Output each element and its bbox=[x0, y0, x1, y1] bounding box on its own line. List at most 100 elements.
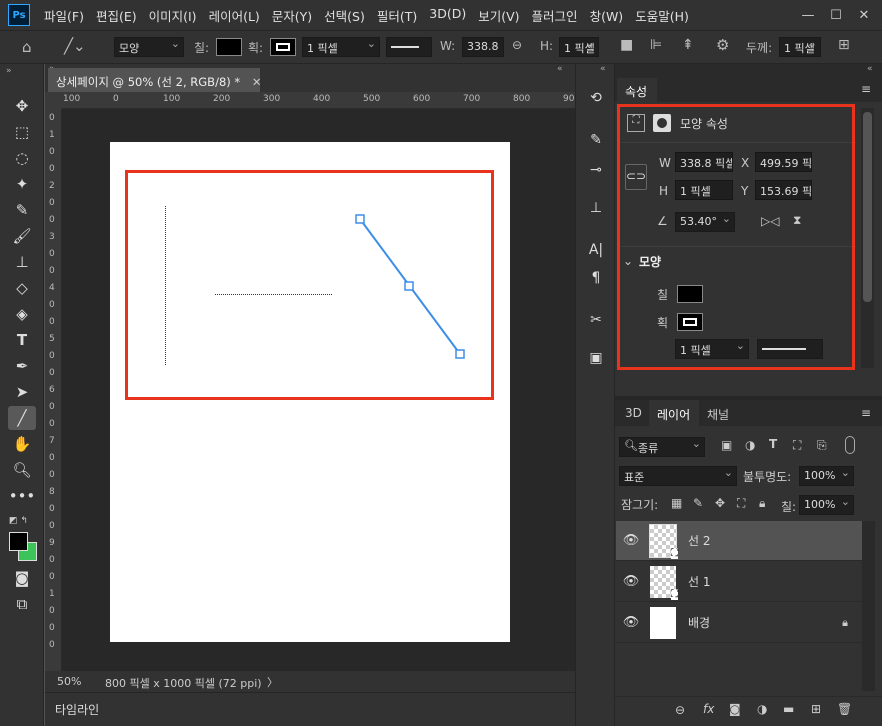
document-tab[interactable]: 상세페이지 @ 50% (선 2, RGB/8) * ✕ bbox=[48, 68, 262, 94]
marquee-tool-icon[interactable]: ⬚ bbox=[8, 120, 36, 144]
lock-transparency-icon[interactable]: ▦ bbox=[671, 496, 682, 510]
tab-channels[interactable]: 채널 bbox=[707, 406, 729, 423]
line-tool-preset-icon[interactable]: ╱⌄ bbox=[64, 37, 86, 55]
new-layer-icon[interactable]: ⊞ bbox=[811, 702, 821, 716]
lock-all-icon[interactable]: 🔒︎ bbox=[759, 496, 765, 511]
maximize-button[interactable]: ☐ bbox=[822, 4, 850, 26]
path-alignment-icon[interactable]: ⊫ bbox=[650, 37, 662, 53]
zoom-tool-icon[interactable]: 🔍︎ bbox=[8, 458, 36, 482]
visibility-eye-icon[interactable]: 👁︎ bbox=[616, 574, 646, 589]
stroke-width-field[interactable]: 1 픽셀 bbox=[302, 37, 380, 57]
path-operations-icon[interactable]: ■ bbox=[620, 37, 633, 53]
menu-item[interactable]: 문자(Y) bbox=[266, 6, 318, 25]
tool-mode-dropdown[interactable]: 모양 bbox=[114, 37, 184, 57]
timeline-tab[interactable]: 타임라인 bbox=[55, 701, 99, 718]
layers-menu-icon[interactable]: ≡ bbox=[861, 406, 871, 420]
type-tool-icon[interactable]: T bbox=[8, 328, 36, 352]
collapse-right-icon[interactable]: « bbox=[557, 64, 563, 74]
menu-item[interactable]: 도움말(H) bbox=[629, 6, 695, 25]
tab-layers[interactable]: 레이어 bbox=[657, 406, 690, 423]
fill-swatch[interactable] bbox=[216, 38, 242, 56]
paragraph-icon[interactable]: ¶ bbox=[584, 266, 608, 290]
collapse-tools-icon[interactable]: » bbox=[6, 66, 12, 76]
more-tools-icon[interactable]: ••• bbox=[8, 484, 36, 508]
line-tool-icon[interactable]: ╱ bbox=[8, 406, 36, 430]
filter-pixel-icon[interactable]: ▣ bbox=[721, 438, 732, 452]
eyedropper-icon[interactable]: ✎ bbox=[8, 198, 36, 222]
stamp-tool-icon[interactable]: ⊥ bbox=[8, 250, 36, 274]
height-field[interactable]: 1 픽셀 bbox=[559, 37, 599, 57]
swap-colors-icon[interactable]: ◩ ↰ bbox=[9, 516, 28, 526]
close-window-button[interactable]: ✕ bbox=[850, 4, 878, 26]
tab-properties[interactable]: 속성 bbox=[625, 83, 647, 100]
adjustment-layer-icon[interactable]: ◑ bbox=[757, 702, 767, 716]
zoom-level[interactable]: 50% bbox=[57, 675, 81, 688]
collapse-strip-icon[interactable]: « bbox=[600, 64, 606, 74]
magic-wand-icon[interactable]: ✦ bbox=[8, 172, 36, 196]
visibility-eye-icon[interactable]: 👁︎ bbox=[616, 615, 646, 630]
lock-artboard-icon[interactable]: ⛶ bbox=[737, 496, 745, 511]
move-tool-icon[interactable]: ✥ bbox=[8, 94, 36, 118]
properties-menu-icon[interactable]: ≡ bbox=[861, 82, 871, 96]
filter-toggle[interactable] bbox=[845, 436, 855, 454]
paint-bucket-icon[interactable]: ◈ bbox=[8, 302, 36, 326]
screen-mode-icon[interactable]: ⧉ bbox=[8, 592, 36, 616]
filter-shape-icon[interactable]: ⛶ bbox=[793, 438, 801, 453]
path-selection-icon[interactable]: ➤ bbox=[8, 380, 36, 404]
lasso-tool-icon[interactable]: ◌ bbox=[8, 146, 36, 170]
filter-adjustment-icon[interactable]: ◑ bbox=[745, 438, 755, 452]
filter-type-icon[interactable]: T bbox=[769, 437, 777, 451]
menu-item[interactable]: 창(W) bbox=[584, 6, 630, 25]
layer-name[interactable]: 배경 bbox=[688, 614, 710, 631]
blend-mode-dropdown[interactable]: 표준 bbox=[619, 466, 737, 486]
properties-scrollbar[interactable] bbox=[861, 108, 874, 368]
collapse-panels-icon[interactable]: « bbox=[867, 64, 873, 74]
stroke-style-dropdown[interactable] bbox=[386, 37, 432, 57]
menu-item[interactable]: 보기(V) bbox=[472, 6, 525, 25]
close-tab-icon[interactable]: ✕ bbox=[252, 75, 262, 89]
visibility-eye-icon[interactable]: 👁︎ bbox=[616, 533, 646, 548]
hand-tool-icon[interactable]: ✋ bbox=[8, 432, 36, 456]
trash-icon[interactable]: 🗑︎ bbox=[837, 702, 852, 716]
layer-name[interactable]: 선 1 bbox=[688, 573, 711, 590]
gear-icon[interactable]: ⚙ bbox=[716, 36, 729, 54]
adjustments-icon[interactable]: ⊸ bbox=[584, 158, 608, 182]
layers-scrollbar[interactable] bbox=[862, 521, 875, 691]
layer-filter-dropdown[interactable]: 🔍︎ 종류 bbox=[619, 437, 705, 457]
status-menu-icon[interactable]: 〉 bbox=[267, 674, 278, 690]
path-arrangement-icon[interactable]: ⇞ bbox=[682, 37, 694, 53]
menu-item[interactable]: 플러그인 bbox=[526, 6, 584, 25]
fx-icon[interactable]: fx bbox=[703, 702, 714, 716]
foreground-color-swatch[interactable] bbox=[9, 532, 28, 551]
menu-item[interactable]: 레이어(L) bbox=[203, 6, 266, 25]
menu-item[interactable]: 파일(F) bbox=[38, 6, 90, 25]
history-icon[interactable]: ⟲ bbox=[584, 86, 608, 110]
lock-paint-icon[interactable]: ✎ bbox=[693, 496, 703, 510]
weight-field[interactable]: 1 픽셀 bbox=[779, 37, 821, 57]
add-mask-icon[interactable]: ◙ bbox=[729, 702, 741, 716]
libraries-icon[interactable]: ▣ bbox=[584, 346, 608, 370]
menu-item[interactable]: 필터(T) bbox=[371, 6, 423, 25]
layer-fill-field[interactable]: 100% bbox=[799, 495, 854, 515]
menu-item[interactable]: 선택(S) bbox=[318, 6, 371, 25]
width-field[interactable]: 338.8 bbox=[462, 37, 504, 57]
layer-row-background[interactable]: 👁︎ 배경 🔒︎ bbox=[616, 603, 862, 643]
quick-mask-icon[interactable]: ◙ bbox=[8, 566, 36, 590]
minimize-button[interactable]: — bbox=[794, 4, 822, 26]
clone-source-icon[interactable]: ⊥ bbox=[584, 196, 608, 220]
filter-smartobject-icon[interactable]: ⎘ bbox=[817, 438, 827, 453]
home-icon[interactable]: ⌂ bbox=[22, 38, 32, 56]
folder-icon[interactable]: ▬ bbox=[783, 702, 794, 716]
lock-position-icon[interactable]: ✥ bbox=[715, 496, 725, 510]
menu-item[interactable]: 편집(E) bbox=[90, 6, 143, 25]
menu-item[interactable]: 이미지(I) bbox=[143, 6, 203, 25]
tab-3d[interactable]: 3D bbox=[625, 406, 642, 420]
layer-row-line2[interactable]: 👁︎ ⛶ 선 2 bbox=[616, 521, 862, 561]
stroke-swatch[interactable] bbox=[270, 38, 296, 56]
layer-name[interactable]: 선 2 bbox=[688, 532, 711, 549]
eraser-tool-icon[interactable]: ◇ bbox=[8, 276, 36, 300]
link-icon[interactable]: ⊖ bbox=[512, 38, 522, 52]
layer-row-line1[interactable]: 👁︎ ⛶ 선 1 bbox=[616, 562, 862, 602]
pen-tool-icon[interactable]: ✒ bbox=[8, 354, 36, 378]
character-icon[interactable]: A| bbox=[584, 238, 608, 262]
